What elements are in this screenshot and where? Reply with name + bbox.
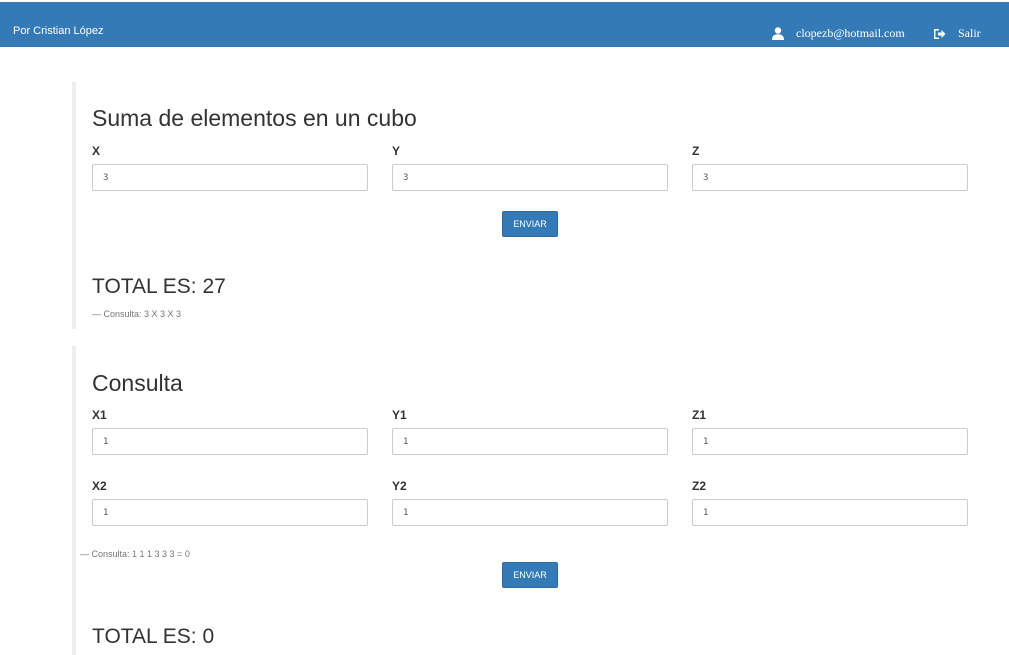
logout-link[interactable]: Salir [933, 11, 981, 56]
logout-label: Salir [958, 26, 981, 40]
z2-label: Z2 [692, 479, 707, 493]
z-input[interactable] [692, 164, 968, 191]
user-email: clopezb@hotmail.com [796, 26, 905, 40]
log-out-icon [934, 28, 946, 39]
x2-input[interactable] [92, 499, 368, 526]
y-label: Y [392, 144, 401, 158]
suma-total: TOTAL ES: 27 [92, 275, 226, 298]
suma-submit-button[interactable]: ENVIAR [502, 211, 558, 237]
user-email-link[interactable]: clopezb@hotmail.com [772, 11, 905, 56]
y1-input[interactable] [392, 428, 668, 455]
z1-input[interactable] [692, 428, 968, 455]
consulta-total: TOTAL ES: 0 [92, 625, 215, 648]
consulta-submit-button[interactable]: ENVIAR [502, 562, 558, 588]
z-label: Z [692, 144, 700, 158]
suma-query-footer: — Consulta: 3 X 3 X 3 [92, 309, 182, 319]
x1-input[interactable] [92, 428, 368, 455]
x1-label: X1 [92, 408, 107, 422]
z2-input[interactable] [692, 499, 968, 526]
top-navbar: Por Cristian López clopezb@hotmail.com S… [0, 2, 1009, 47]
navbar-brand[interactable]: Por Cristian López [13, 2, 104, 47]
consulta-title: Consulta [92, 370, 183, 396]
x2-label: X2 [92, 479, 107, 493]
x-input[interactable] [92, 164, 368, 191]
user-icon [772, 27, 784, 40]
suma-title: Suma de elementos en un cubo [92, 105, 417, 131]
y1-label: Y1 [392, 408, 407, 422]
y-input[interactable] [392, 164, 668, 191]
x-label: X [92, 144, 101, 158]
y2-label: Y2 [392, 479, 407, 493]
y2-input[interactable] [392, 499, 668, 526]
z1-label: Z1 [692, 408, 707, 422]
consulta-query-footer: — Consulta: 1 1 1 3 3 3 = 0 [80, 549, 190, 559]
